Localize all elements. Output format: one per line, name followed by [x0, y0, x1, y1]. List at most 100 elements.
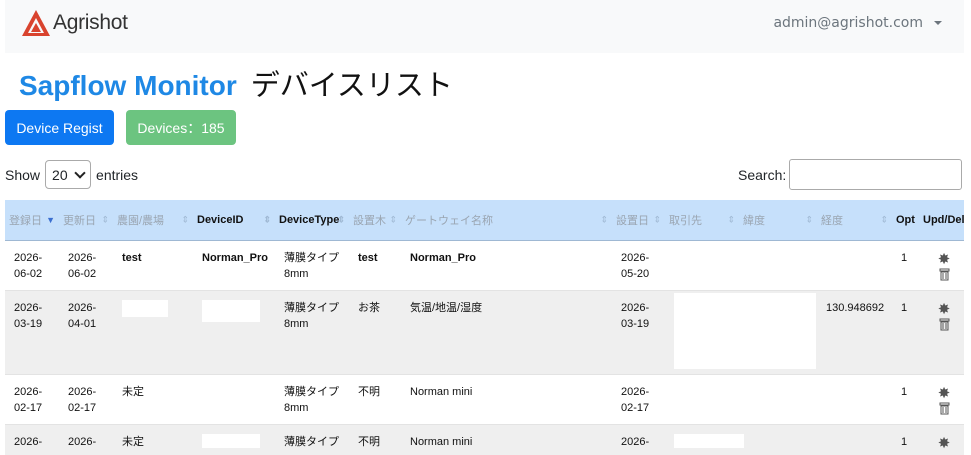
- sort-icon: ⇕: [101, 214, 109, 225]
- column-header[interactable]: DeviceID ⇕: [193, 200, 275, 241]
- longitude: [817, 424, 892, 455]
- column-header[interactable]: ゲートウェイ名称 ⇕: [401, 200, 612, 241]
- show-entries: Show 20 entries: [5, 160, 138, 189]
- reg-date: 2026-06-02: [5, 240, 59, 291]
- redacted-block: [202, 300, 260, 322]
- device-type: 薄膜タイプ8mm: [275, 374, 349, 425]
- sort-icon: ⇕: [880, 214, 888, 225]
- farm: test: [113, 240, 193, 291]
- device-regist-button[interactable]: Device Regist: [5, 110, 114, 145]
- brand-name: Agrishot: [53, 11, 128, 34]
- upd-date: 2026-02-17: [59, 374, 113, 425]
- gear-icon[interactable]: ✸: [938, 436, 951, 451]
- longitude: [817, 374, 892, 425]
- show-label: Show: [5, 166, 41, 183]
- sort-icon: ⇕: [653, 214, 661, 225]
- caret-down-icon: [934, 21, 942, 25]
- column-header[interactable]: 緯度 ⇕: [739, 200, 817, 241]
- column-header[interactable]: 取引先 ⇕: [665, 200, 739, 241]
- trash-icon[interactable]: [939, 268, 950, 281]
- sort-icon: ⇕: [337, 214, 345, 225]
- gateway: 気温/地温/湿度: [401, 290, 612, 375]
- page-title: Sapflow Monitor デバイスリスト: [19, 62, 453, 104]
- redacted-block: [202, 434, 260, 448]
- device-id: [193, 424, 275, 455]
- farm: 未定: [113, 374, 193, 425]
- upd-date: 2026-06-02: [59, 240, 113, 291]
- gear-icon[interactable]: ✸: [938, 252, 951, 267]
- column-header[interactable]: Upd/Del: [919, 200, 965, 241]
- sort-icon: ⇕: [600, 214, 608, 225]
- upd-date: 2026-: [59, 424, 113, 455]
- table-row[interactable]: 2026-02-17 2026-02-17 未定 薄膜タイプ8mm 不明 Nor…: [5, 374, 964, 425]
- sort-icon: ⇕: [389, 214, 397, 225]
- redacted-block: [122, 300, 168, 317]
- upd-date: 2026-04-01: [59, 290, 113, 375]
- table-row[interactable]: 2026-03-19 2026-04-01 薄膜タイプ8mm お茶 気温/地温/…: [5, 290, 964, 375]
- sort-icon: ⇕: [727, 214, 735, 225]
- sort-desc-icon: ▼: [46, 215, 55, 225]
- tree: 不明: [349, 374, 401, 425]
- user-menu[interactable]: admin@agrishot.com: [773, 15, 942, 31]
- column-header[interactable]: 設置木 ⇕: [349, 200, 401, 241]
- column-header[interactable]: Opt: [892, 200, 919, 241]
- devices-count-button[interactable]: Devices：185: [126, 110, 236, 145]
- reg-date: 2026-: [5, 424, 59, 455]
- user-email: admin@agrishot.com: [773, 15, 923, 31]
- tree: お茶: [349, 290, 401, 375]
- gear-icon[interactable]: ✸: [938, 302, 951, 317]
- device-type: 薄膜タイプ8mm: [275, 240, 349, 291]
- opt: 1: [892, 424, 919, 455]
- entries-value: 20: [52, 166, 68, 183]
- actions: ✸: [919, 240, 964, 291]
- brand-logo[interactable]: Agrishot: [21, 9, 128, 37]
- column-header[interactable]: 更新日 ⇕: [59, 200, 113, 241]
- gateway: Norman_Pro: [401, 240, 612, 291]
- search-label: Search:: [738, 166, 787, 183]
- actions: ✸: [919, 290, 964, 375]
- entries-select[interactable]: 20: [45, 160, 92, 189]
- gear-icon[interactable]: ✸: [938, 386, 951, 401]
- set-date: 2026-05-20: [612, 240, 665, 291]
- navbar: Agrishot admin@agrishot.com: [5, 0, 964, 53]
- tree: 不明: [349, 424, 401, 455]
- actions: ✸: [919, 424, 964, 455]
- agrishot-logo-icon: [22, 10, 50, 36]
- reg-date: 2026-02-17: [5, 374, 59, 425]
- opt: 1: [892, 240, 919, 291]
- latitude: [739, 424, 817, 455]
- client: [665, 374, 739, 425]
- latitude: [739, 240, 817, 291]
- client: [665, 424, 744, 455]
- device-table: 登録日 ▼ 更新日 ⇕ 農園/農場 ⇕ DeviceID ⇕ DeviceType ⇕ 設…: [5, 200, 965, 455]
- page-title-app: Sapflow Monitor: [19, 70, 237, 101]
- column-header[interactable]: DeviceType ⇕: [275, 200, 349, 241]
- set-date: 2026-03-19: [612, 290, 665, 375]
- chevron-down-icon: [74, 166, 86, 179]
- gateway: Norman mini: [401, 424, 612, 455]
- device-type: 薄膜タイプ: [275, 424, 349, 455]
- farm: 未定: [113, 424, 193, 455]
- column-header[interactable]: 経度 ⇕: [817, 200, 892, 241]
- longitude: [817, 240, 892, 291]
- column-header[interactable]: 農園/農場 ⇕: [113, 200, 193, 241]
- set-date: 2026-02-17: [612, 374, 665, 425]
- search-input[interactable]: [789, 159, 963, 190]
- table-row[interactable]: 2026-06-02 2026-06-02 test Norman_Pro 薄膜…: [5, 240, 964, 291]
- column-header[interactable]: 登録日 ▼: [5, 200, 59, 241]
- trash-icon[interactable]: [939, 402, 950, 415]
- actions: ✸: [919, 374, 964, 425]
- device-type: 薄膜タイプ8mm: [275, 290, 349, 375]
- sort-icon: ⇕: [805, 214, 813, 225]
- client: [665, 240, 739, 291]
- device-id: Norman_Pro: [193, 240, 275, 291]
- trash-icon[interactable]: [939, 318, 950, 331]
- column-header[interactable]: 設置日 ⇕: [612, 200, 665, 241]
- redacted-block: [674, 293, 816, 369]
- entries-label: entries: [96, 166, 139, 183]
- table-header-row: 登録日 ▼ 更新日 ⇕ 農園/農場 ⇕ DeviceID ⇕ DeviceType ⇕ 設…: [5, 200, 965, 241]
- reg-date: 2026-03-19: [5, 290, 59, 375]
- table-row[interactable]: 2026- 2026- 未定 薄膜タイプ 不明 Norman mini 2026…: [5, 424, 964, 455]
- client: [665, 290, 817, 375]
- tree: test: [349, 240, 401, 291]
